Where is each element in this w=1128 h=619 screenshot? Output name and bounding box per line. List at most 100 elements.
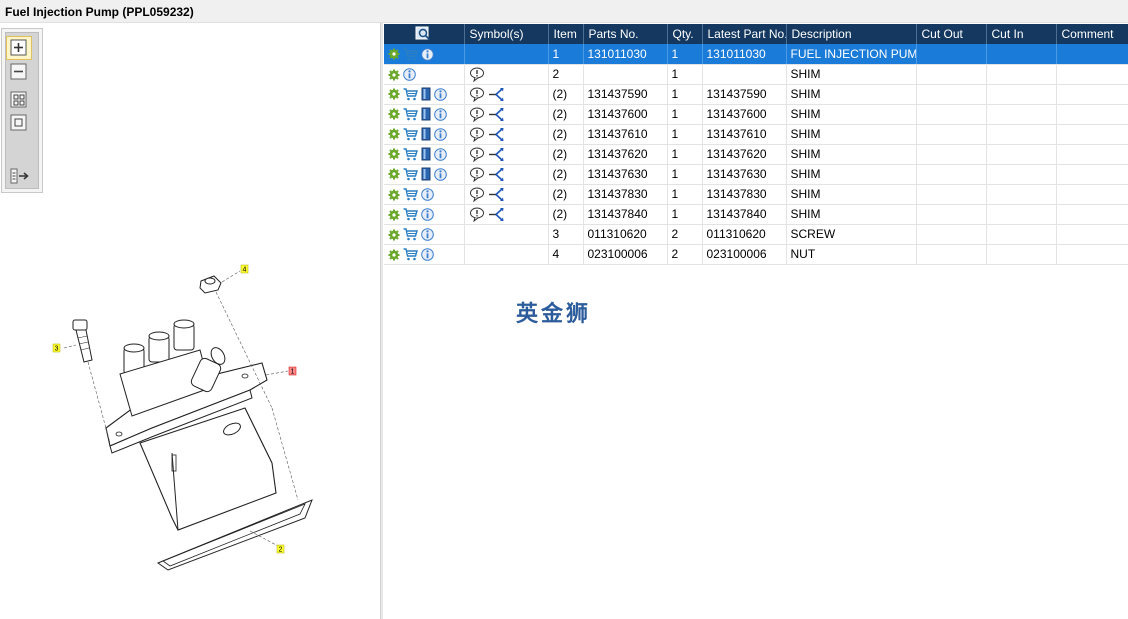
- table-row[interactable]: 3 011310620 2 011310620 SCREW: [384, 224, 1128, 245]
- info-icon[interactable]: [434, 88, 447, 101]
- table-row[interactable]: (2) 131437610 1 131437610 SHIM: [384, 124, 1128, 145]
- note-balloon-icon[interactable]: [469, 187, 485, 202]
- manual-book-icon[interactable]: [421, 127, 431, 141]
- manual-book-icon[interactable]: [421, 87, 431, 101]
- comment-cell: [1056, 84, 1128, 105]
- note-balloon-icon[interactable]: [469, 147, 485, 162]
- info-icon[interactable]: [421, 228, 434, 241]
- column-header-cut-in[interactable]: Cut In: [986, 24, 1057, 44]
- gear-icon[interactable]: [388, 128, 400, 140]
- latest-part-no-cell: [702, 64, 787, 85]
- interchange-arrow-icon[interactable]: [488, 147, 505, 162]
- row-symbols-cell: [464, 44, 549, 65]
- column-header-item[interactable]: Item: [548, 24, 584, 44]
- gear-icon[interactable]: [388, 88, 400, 100]
- column-header-symbols[interactable]: Symbol(s): [464, 24, 549, 44]
- parts-no-cell: 011310620: [583, 224, 668, 245]
- interchange-arrow-icon[interactable]: [488, 107, 505, 122]
- shopping-cart-icon[interactable]: [403, 108, 418, 121]
- fit-frame-icon: [10, 114, 27, 131]
- zoom-out-icon: [10, 63, 27, 80]
- note-balloon-icon[interactable]: [469, 167, 485, 182]
- table-row[interactable]: (2) 131437630 1 131437630 SHIM: [384, 164, 1128, 185]
- note-balloon-icon[interactable]: [469, 127, 485, 142]
- illustration-pane[interactable]: 1 2 3 4: [0, 23, 380, 619]
- interchange-arrow-icon[interactable]: [488, 127, 505, 142]
- shopping-cart-icon[interactable]: [403, 48, 418, 61]
- gear-icon[interactable]: [388, 209, 400, 221]
- zoom-out-button[interactable]: [10, 63, 28, 81]
- shopping-cart-icon[interactable]: [403, 248, 418, 261]
- note-balloon-icon[interactable]: [469, 207, 485, 222]
- interchange-arrow-icon[interactable]: [488, 87, 505, 102]
- manual-book-icon[interactable]: [421, 167, 431, 181]
- search-parts-icon: [415, 26, 430, 41]
- table-row[interactable]: (2) 131437600 1 131437600 SHIM: [384, 104, 1128, 125]
- column-header-latest-part-no[interactable]: Latest Part No.: [702, 24, 787, 44]
- table-row[interactable]: (2) 131437830 1 131437830 SHIM: [384, 184, 1128, 205]
- latest-part-no-cell: 131437630: [702, 164, 787, 185]
- parts-no-cell: [583, 64, 668, 85]
- row-symbols-cell: [464, 164, 549, 185]
- shopping-cart-icon[interactable]: [403, 188, 418, 201]
- table-row[interactable]: (2) 131437590 1 131437590 SHIM: [384, 84, 1128, 105]
- interchange-arrow-icon[interactable]: [488, 187, 505, 202]
- fit-frame-button[interactable]: [10, 114, 28, 132]
- column-header-description[interactable]: Description: [786, 24, 917, 44]
- column-header-actions[interactable]: [384, 24, 465, 44]
- table-row[interactable]: 1 131011030 1 131011030 FUEL INJECTION PUMP: [384, 44, 1128, 65]
- column-header-qty[interactable]: Qty.: [667, 24, 703, 44]
- fit-all-button[interactable]: [10, 91, 28, 109]
- manual-book-icon[interactable]: [421, 107, 431, 121]
- latest-part-no-cell: 011310620: [702, 224, 787, 245]
- info-icon[interactable]: [434, 168, 447, 181]
- column-header-comment[interactable]: Comment: [1056, 24, 1128, 44]
- info-icon[interactable]: [434, 108, 447, 121]
- info-icon[interactable]: [421, 208, 434, 221]
- info-icon[interactable]: [434, 148, 447, 161]
- gear-icon[interactable]: [388, 249, 400, 261]
- comment-cell: [1056, 64, 1128, 85]
- info-icon[interactable]: [434, 128, 447, 141]
- info-icon[interactable]: [421, 248, 434, 261]
- parts-no-cell: 023100006: [583, 244, 668, 265]
- note-balloon-icon[interactable]: [469, 87, 485, 102]
- interchange-arrow-icon[interactable]: [488, 207, 505, 222]
- shopping-cart-icon[interactable]: [403, 128, 418, 141]
- row-actions-cell: [384, 64, 465, 85]
- gear-icon[interactable]: [388, 69, 400, 81]
- exploded-parts-diagram[interactable]: 1 2 3 4: [40, 238, 330, 573]
- shopping-cart-icon[interactable]: [403, 208, 418, 221]
- table-row[interactable]: 2 1 SHIM: [384, 64, 1128, 85]
- interchange-arrow-icon[interactable]: [488, 167, 505, 182]
- gear-icon[interactable]: [388, 229, 400, 241]
- list-navigate-button[interactable]: [10, 167, 29, 185]
- gear-icon[interactable]: [388, 48, 400, 60]
- table-row[interactable]: 4 023100006 2 023100006 NUT: [384, 244, 1128, 265]
- row-actions-cell: [384, 204, 465, 225]
- shopping-cart-icon[interactable]: [403, 148, 418, 161]
- gear-icon[interactable]: [388, 148, 400, 160]
- gear-icon[interactable]: [388, 108, 400, 120]
- table-row[interactable]: (2) 131437840 1 131437840 SHIM: [384, 204, 1128, 225]
- gear-icon[interactable]: [388, 189, 400, 201]
- column-header-cut-out[interactable]: Cut Out: [916, 24, 987, 44]
- description-cell: SHIM: [786, 144, 917, 165]
- column-header-parts-no[interactable]: Parts No.: [583, 24, 668, 44]
- info-icon[interactable]: [421, 48, 434, 61]
- parts-no-cell: 131437590: [583, 84, 668, 105]
- note-balloon-icon[interactable]: [469, 107, 485, 122]
- table-row[interactable]: (2) 131437620 1 131437620 SHIM: [384, 144, 1128, 165]
- shopping-cart-icon[interactable]: [403, 228, 418, 241]
- row-symbols-cell: [464, 84, 549, 105]
- info-icon[interactable]: [421, 188, 434, 201]
- info-icon[interactable]: [403, 68, 416, 81]
- gear-icon[interactable]: [388, 168, 400, 180]
- parts-table-body: 1 131011030 1 131011030 FUEL INJECTION PUMP 2…: [384, 44, 1128, 265]
- note-balloon-icon[interactable]: [469, 67, 485, 82]
- pane-splitter[interactable]: [380, 23, 383, 619]
- zoom-in-button[interactable]: [6, 36, 32, 60]
- shopping-cart-icon[interactable]: [403, 168, 418, 181]
- manual-book-icon[interactable]: [421, 147, 431, 161]
- shopping-cart-icon[interactable]: [403, 88, 418, 101]
